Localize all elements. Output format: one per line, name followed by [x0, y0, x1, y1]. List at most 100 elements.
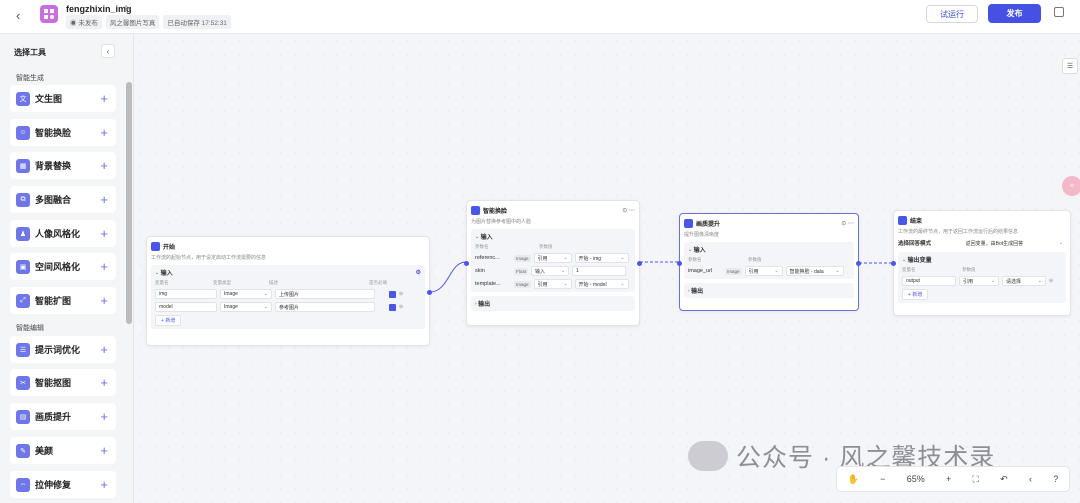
mode-select[interactable]: 引用 ⌄	[533, 279, 572, 289]
redo-icon[interactable]: ‹	[1029, 474, 1032, 484]
tool-icon: ✎	[16, 443, 30, 458]
param-row: referenc... Image 引用 ⌄ 开始 - img ⌄	[475, 253, 631, 263]
mode-select[interactable]: 引用 ⌄	[533, 253, 572, 263]
add-tool-icon[interactable]: +	[100, 477, 108, 492]
hand-icon[interactable]: ✋	[848, 474, 859, 485]
value-select[interactable]: 开始 - img ⌄	[574, 253, 629, 263]
undo-icon[interactable]: ↶	[1000, 474, 1008, 485]
add-variable-button[interactable]: + 新增	[155, 315, 182, 326]
var-desc-input[interactable]: 上传图片	[275, 289, 375, 299]
add-tool-icon[interactable]: +	[100, 375, 108, 390]
panel-toggle-icon[interactable]: ☰	[1062, 58, 1078, 74]
add-tool-icon[interactable]: +	[100, 293, 108, 308]
output-port[interactable]	[637, 261, 642, 266]
add-tool-icon[interactable]: +	[100, 192, 108, 207]
input-port[interactable]	[891, 261, 896, 266]
settings-icon[interactable]: ⚙	[416, 269, 421, 276]
output-section[interactable]: › 输出	[471, 296, 635, 311]
var-type-select[interactable]: Image ⌄	[220, 302, 272, 312]
remove-icon[interactable]: ⊖	[1049, 278, 1053, 284]
sidebar-tool-item[interactable]: ▦ 背景替换 +	[10, 152, 116, 179]
trial-run-button[interactable]: 试运行	[926, 5, 978, 23]
assistant-float-icon[interactable]: ✧	[1062, 176, 1080, 196]
add-tool-icon[interactable]: +	[100, 443, 108, 458]
answer-mode-select[interactable]: 返回变量，由Bot生成回答 ⌄	[962, 238, 1066, 248]
remove-icon[interactable]: ⊖	[399, 304, 403, 310]
mode-select[interactable]: 输入 ⌄	[531, 266, 570, 276]
more-icon[interactable]: ⊙ ⋯	[841, 220, 854, 227]
sidebar-tool-item[interactable]: ☺ 智能换脸 +	[10, 119, 116, 146]
top-bar: ‹ fengzhixin_img ✎ ◉ 未发布 风之馨图片写真 已自动保存 1…	[0, 0, 1080, 34]
tool-label: 人像风格化	[35, 229, 81, 239]
sidebar-tool-item[interactable]: ▣ 空间风格化 +	[10, 253, 116, 280]
sidebar-tool-item[interactable]: ☰ 提示词优化 +	[10, 336, 116, 363]
sidebar-scrollbar[interactable]	[126, 82, 132, 324]
tool-icon: ⤢	[16, 293, 30, 308]
var-type-select[interactable]: Image ⌄	[220, 289, 272, 299]
required-checkbox[interactable]	[389, 290, 396, 298]
param-row: img Image ⌄ 上传图片 ⊖	[155, 289, 421, 299]
end-node[interactable]: 结束 工作流的最终节点，用于返回工作流运行后的结果信息 选择回答模式 返回变量，…	[891, 210, 1071, 316]
input-port[interactable]	[464, 261, 469, 266]
input-label: 输入	[160, 271, 173, 277]
value-select[interactable]: 请选择 ⌄	[1002, 276, 1046, 286]
collapse-sidebar-button[interactable]: ‹	[101, 44, 115, 58]
more-icon[interactable]: ⊙ ⋯	[622, 207, 635, 214]
sidebar-tool-item[interactable]: 文文生图 +	[10, 85, 116, 112]
tool-label: 提示词优化	[35, 345, 81, 355]
zoom-level[interactable]: 65%	[907, 474, 925, 484]
output-port[interactable]	[427, 290, 432, 295]
sidebar-tool-item[interactable]: ✂ 智能抠图 +	[10, 369, 116, 396]
publish-button[interactable]: 发布	[988, 4, 1041, 23]
add-tool-icon[interactable]: +	[100, 91, 108, 106]
value-input[interactable]: 1	[572, 266, 627, 276]
workflow-canvas[interactable]: 开始 工作流的起始节点，用于设定启动工作流需要的信息 ⌄ 输入 ⚙ 变量名 变量类…	[134, 34, 1080, 503]
sidebar-tool-item[interactable]: ✎ 美颜 +	[10, 437, 116, 464]
copy-icon[interactable]	[1054, 7, 1064, 17]
param-row: template... Image 引用 ⌄ 开始 - model ⌄	[475, 279, 631, 289]
autosave-status: 已自动保存 17:52:31	[163, 15, 231, 29]
param-row: image_url Image 引用 ⌄ 智能换脸 - data ⌄	[688, 266, 850, 276]
image-enhance-node[interactable]: 画质提升 ⊙ ⋯ 提升图像清晰度 ⌄ 输入 参数名 参数值 image_url Ima…	[677, 213, 861, 311]
var-name-input[interactable]: img	[155, 289, 217, 299]
required-checkbox[interactable]	[389, 303, 396, 311]
start-node[interactable]: 开始 工作流的起始节点，用于设定启动工作流需要的信息 ⌄ 输入 ⚙ 变量名 变量类…	[146, 236, 432, 346]
param-row: model Image ⌄ 参考图片 ⊖	[155, 302, 421, 312]
end-icon	[898, 216, 907, 225]
add-output-button[interactable]: + 新增	[902, 289, 929, 300]
var-name-input[interactable]: output	[902, 276, 956, 286]
input-port[interactable]	[677, 261, 682, 266]
remove-icon[interactable]: ⊖	[399, 291, 403, 297]
tool-label: 美颜	[35, 446, 54, 456]
sidebar-tool-item[interactable]: ♟ 人像风格化 +	[10, 220, 116, 247]
add-tool-icon[interactable]: +	[100, 342, 108, 357]
mode-select[interactable]: 引用 ⌄	[959, 276, 999, 286]
mode-select[interactable]: 引用 ⌄	[744, 266, 783, 276]
back-icon[interactable]: ‹	[16, 8, 20, 23]
edit-icon[interactable]: ✎	[124, 4, 131, 13]
value-select[interactable]: 开始 - model ⌄	[574, 279, 629, 289]
add-tool-icon[interactable]: +	[100, 125, 108, 140]
sidebar-tool-item[interactable]: ⤢ 智能扩图 +	[10, 287, 116, 314]
help-icon[interactable]: ?	[1053, 474, 1058, 484]
wechat-icon	[688, 441, 728, 471]
sidebar-tool-item[interactable]: ⇔ 拉伸修复 +	[10, 471, 116, 498]
section-smart-generate: 智能生成	[16, 75, 44, 82]
zoom-in-icon[interactable]: +	[946, 474, 951, 484]
add-tool-icon[interactable]: +	[100, 158, 108, 173]
start-icon	[151, 242, 160, 251]
zoom-out-icon[interactable]: −	[880, 474, 885, 484]
sidebar-tool-item[interactable]: ⧉ 多图融合 +	[10, 186, 116, 213]
var-name-input[interactable]: model	[155, 302, 217, 312]
var-desc-input[interactable]: 参考图片	[275, 302, 375, 312]
add-tool-icon[interactable]: +	[100, 409, 108, 424]
sidebar-tool-item[interactable]: ▤ 画质提升 +	[10, 403, 116, 430]
output-section[interactable]: › 输出	[684, 283, 854, 298]
input-label: 输入	[480, 235, 493, 241]
add-tool-icon[interactable]: +	[100, 226, 108, 241]
add-tool-icon[interactable]: +	[100, 259, 108, 274]
face-swap-node[interactable]: 智能换脸 ⊙ ⋯ 为图片替换参考图中的人脸 ⌄ 输入 参数名 参数值 referen…	[464, 200, 642, 326]
fit-icon[interactable]: ⛶	[973, 474, 979, 485]
output-port[interactable]	[856, 261, 861, 266]
value-select[interactable]: 智能换脸 - data ⌄	[785, 266, 844, 276]
